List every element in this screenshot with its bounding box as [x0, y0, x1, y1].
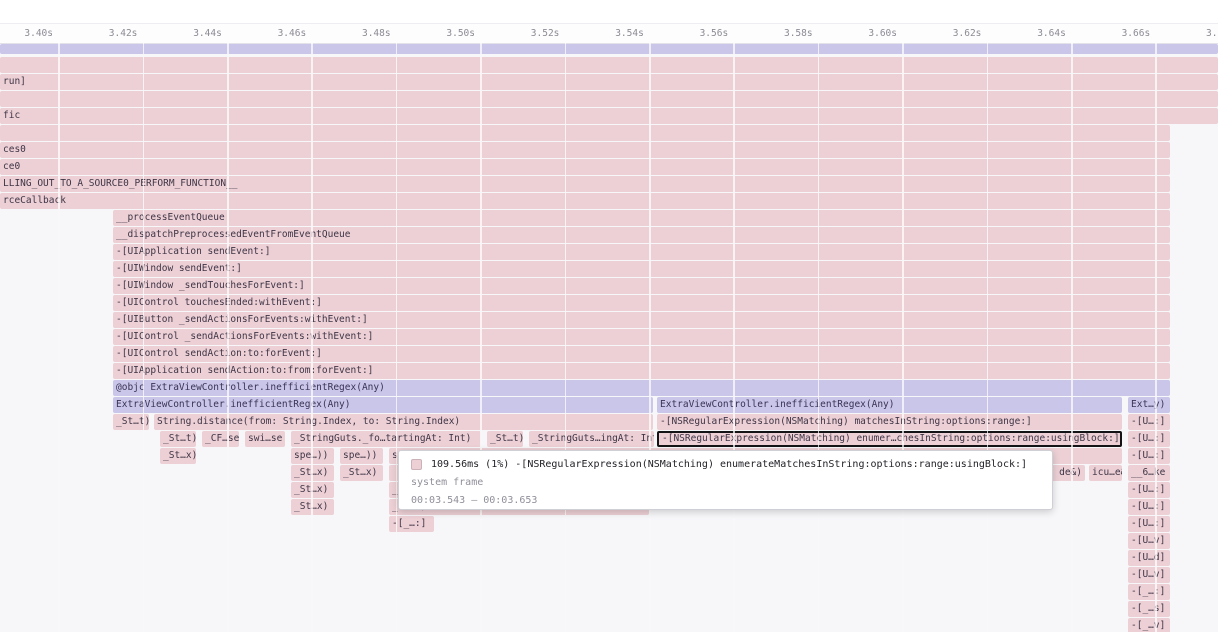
ruler-time-label: 3.44s — [193, 28, 222, 39]
ruler-time-label: 3.60s — [868, 28, 897, 39]
ruler-time-label: 3.54s — [615, 28, 644, 39]
flame-bar[interactable]: _St…t) — [487, 431, 523, 447]
flame-bar-selected[interactable]: -[NSRegularExpression(NSMatching) enumer… — [657, 431, 1122, 447]
flame-bar[interactable]: -[UIWindow sendEvent:] — [113, 261, 1170, 277]
flame-chart: run] fic ces0ce0LLING_OUT_TO_A_SOURCE0_PER… — [0, 0, 1218, 632]
flame-bar[interactable]: _St…t) — [160, 431, 196, 447]
flame-bar[interactable]: -[UIApplication sendEvent:] — [113, 244, 1170, 260]
flame-bar[interactable]: ExtraViewController.inefficientRegex(Any… — [657, 397, 1122, 413]
ruler-time-label: 3.58s — [784, 28, 813, 39]
flame-bar[interactable]: @objc ExtraViewController.inefficientReg… — [113, 380, 1170, 396]
flame-bar[interactable]: icu…e&) — [1089, 465, 1122, 481]
time-ruler[interactable]: 3.40s 3.42s 3.44s 3.46s 3.48s 3.50s 3.52s 3.54s… — [0, 24, 1218, 44]
flame-bar[interactable]: ExtraViewController.inefficientRegex(Any… — [113, 397, 653, 413]
tooltip-title-row: 109.56ms (1%) -[NSRegularExpression(NSMa… — [411, 459, 1040, 470]
flame-bar[interactable]: -[UIControl touchesEnded:withEvent:] — [113, 295, 1170, 311]
flame-bar[interactable]: _StringGuts._fo…tartingAt: Int) — [291, 431, 481, 447]
flame-bar[interactable]: ces0 — [0, 142, 1170, 158]
flame-bar[interactable]: fic — [0, 108, 1218, 124]
ruler-gridline-overlay — [396, 43, 398, 632]
flame-bar[interactable] — [0, 91, 1218, 107]
flame-bar[interactable]: -[U…:] — [1128, 431, 1170, 447]
flame-bar[interactable]: -[U…:] — [1128, 516, 1170, 532]
flame-bar[interactable]: _St…x) — [340, 465, 383, 481]
flame-bar[interactable]: -[U…v] — [1128, 567, 1170, 583]
ruler-time-label: 3.48s — [362, 28, 391, 39]
flame-bar[interactable]: swi…se — [245, 431, 285, 447]
tooltip-title: 109.56ms (1%) -[NSRegularExpression(NSMa… — [431, 459, 1027, 470]
flame-bar[interactable]: __processEventQueue — [113, 210, 1170, 226]
ruler-gridline-overlay — [565, 43, 567, 632]
flame-bar[interactable] — [0, 57, 1218, 73]
ruler-gridline-overlay — [733, 43, 735, 632]
flame-bar[interactable] — [0, 125, 1170, 141]
flame-bar[interactable]: -[U…:] — [1128, 448, 1170, 464]
flame-bar[interactable]: -[U…:] — [1128, 499, 1170, 515]
ruler-time-label: 3.66s — [1122, 28, 1151, 39]
flame-bar[interactable]: -[U…d] — [1128, 550, 1170, 566]
flame-bar[interactable]: _StringGuts…ingAt: Int) — [529, 431, 654, 447]
flame-bar[interactable]: -[UIWindow _sendTouchesForEvent:] — [113, 278, 1170, 294]
ruler-gridline-overlay — [227, 43, 229, 632]
flame-bar[interactable]: ce0 — [0, 159, 1170, 175]
flame-bar[interactable]: rceCallback — [0, 193, 1170, 209]
hover-tooltip: 109.56ms (1%) -[NSRegularExpression(NSMa… — [398, 450, 1053, 510]
flame-bar[interactable]: -[U…:] — [1128, 482, 1170, 498]
ruler-time-label: 3.64s — [1037, 28, 1066, 39]
flame-bar[interactable]: -[_…s] — [1128, 601, 1170, 617]
window-top-strip — [0, 0, 1218, 24]
flame-bar[interactable]: __dispatchPreprocessedEventFromEventQueu… — [113, 227, 1170, 243]
flame-bar[interactable]: -[_…v] — [1128, 618, 1170, 632]
flame-bar[interactable]: _St…x) — [160, 448, 196, 464]
tooltip-color-swatch — [411, 459, 422, 470]
ruler-time-label: 3.42s — [109, 28, 138, 39]
flame-bar[interactable]: run] — [0, 74, 1218, 90]
flame-bar[interactable]: -[UIApplication sendAction:to:from:forEv… — [113, 363, 1170, 379]
ruler-gridline-overlay — [902, 43, 904, 632]
ruler-gridline-overlay — [480, 43, 482, 632]
ruler-time-label: 3.52s — [531, 28, 560, 39]
ruler-gridline-overlay — [58, 43, 60, 632]
ruler-gridline-overlay — [649, 43, 651, 632]
ruler-time-label: 3.50s — [446, 28, 475, 39]
ruler-gridline-overlay — [311, 43, 313, 632]
flame-bar[interactable] — [0, 44, 1218, 54]
ruler-gridline-overlay — [1071, 43, 1073, 632]
ruler-time-label: 3.56s — [700, 28, 729, 39]
ruler-time-label: 3.40s — [24, 28, 53, 39]
flame-bar[interactable]: _CF…se — [202, 431, 239, 447]
ruler-gridline-overlay — [1155, 43, 1157, 632]
flame-bar[interactable]: String.distance(from: String.Index, to: … — [154, 414, 653, 430]
ruler-time-label: 3.46s — [278, 28, 307, 39]
tooltip-subtitle: system frame — [411, 477, 1040, 488]
instruments-flame-chart-view: run] fic ces0ce0LLING_OUT_TO_A_SOURCE0_PER… — [0, 0, 1218, 632]
flame-bar[interactable]: -[_…:] — [1128, 584, 1170, 600]
flame-bar[interactable]: -[UIControl _sendActionsForEvents:withEv… — [113, 329, 1170, 345]
flame-bar[interactable]: LLING_OUT_TO_A_SOURCE0_PERFORM_FUNCTION_… — [0, 176, 1170, 192]
flame-bar[interactable]: spe…)) — [340, 448, 383, 464]
ruler-gridline-overlay — [818, 43, 820, 632]
flame-bar[interactable]: -[U…v] — [1128, 533, 1170, 549]
flame-bar[interactable]: __6…ke — [1128, 465, 1170, 481]
flame-bar[interactable]: -[NSRegularExpression(NSMatching) matche… — [657, 414, 1122, 430]
flame-bar[interactable]: -[UIControl sendAction:to:forEvent:] — [113, 346, 1170, 362]
ruler-time-label: 3.62s — [953, 28, 982, 39]
tooltip-time-range: 00:03.543 — 00:03.653 — [411, 495, 1040, 506]
ruler-gridline-overlay — [987, 43, 989, 632]
flame-bar[interactable]: -[UIButton _sendActionsForEvents:withEve… — [113, 312, 1170, 328]
ruler-gridline-overlay — [143, 43, 145, 632]
flame-bar[interactable]: Ext…y) — [1128, 397, 1170, 413]
ruler-time-label: 3.68s — [1206, 28, 1218, 39]
flame-bar[interactable]: -[U…:] — [1128, 414, 1170, 430]
